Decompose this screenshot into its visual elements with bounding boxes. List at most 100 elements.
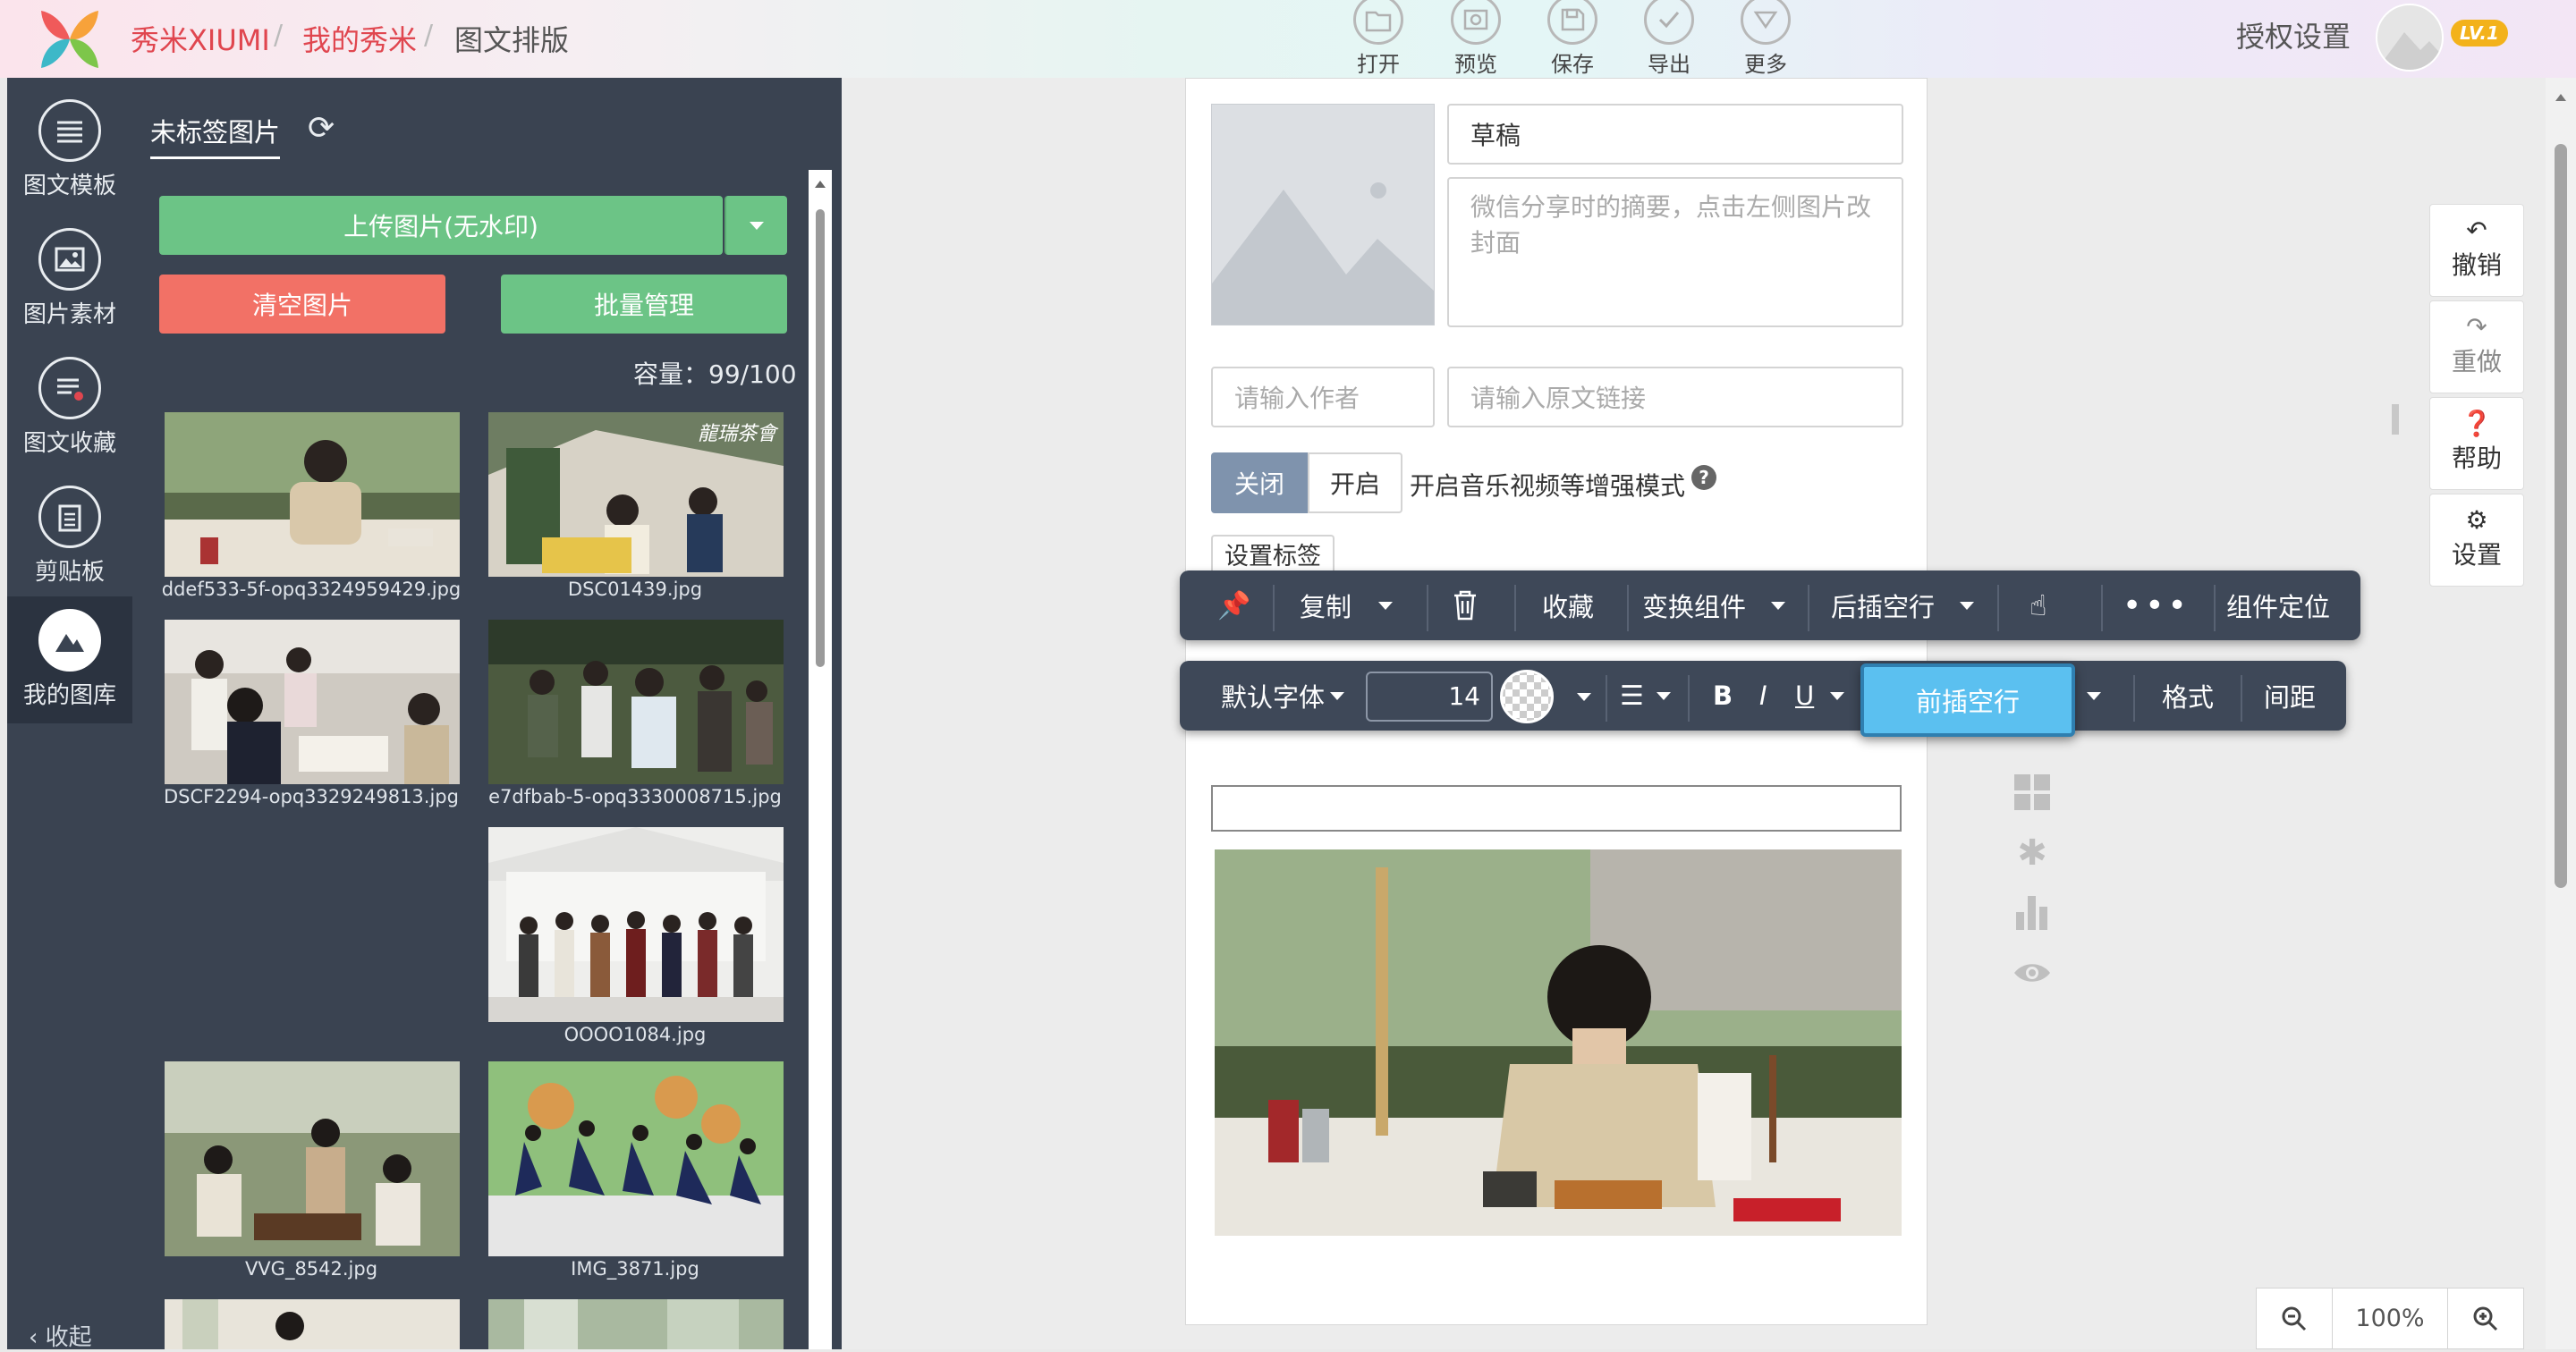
avatar[interactable] [2376, 4, 2444, 72]
image-thumb-1[interactable] [165, 412, 460, 577]
image-thumb-7[interactable] [488, 1061, 784, 1256]
undo-button[interactable]: ↶ 撤销 [2429, 204, 2524, 297]
rail-item-favorites[interactable]: 图文收藏 [7, 344, 132, 471]
toolbar-divider [2214, 585, 2216, 631]
toolbar-divider [1273, 585, 1275, 631]
summary-placeholder: 微信分享时的摘要，点击左侧图片改封面 [1470, 192, 1872, 258]
bar-chart-icon[interactable] [2012, 894, 2052, 934]
open-label: 打开 [1357, 52, 1400, 77]
image-caption-1: ddef533-5f-opq3324959429.jpg [161, 579, 462, 600]
clear-images-button[interactable]: 清空图片 [159, 275, 445, 334]
eye-icon[interactable] [2012, 955, 2052, 994]
align-icon[interactable]: ☰ [1620, 661, 1671, 731]
color-picker[interactable] [1500, 670, 1554, 723]
batch-manage-button[interactable]: 批量管理 [501, 275, 787, 334]
image-thumb-5[interactable] [488, 827, 784, 1022]
settings-button[interactable]: ⚙ 设置 [2429, 494, 2524, 587]
title-input[interactable]: 草稿 [1447, 104, 1903, 165]
cover-image-placeholder[interactable] [1211, 104, 1435, 325]
open-button[interactable]: 打开 [1338, 0, 1419, 78]
collapse-button[interactable]: ‹ 收起 [29, 1319, 92, 1352]
breadcrumb-home[interactable]: 秀米XIUMI [131, 18, 270, 59]
upload-dropdown[interactable] [724, 196, 787, 255]
zoom-level: 100% [2355, 1305, 2425, 1332]
upload-button[interactable]: 上传图片(无水印) [159, 196, 723, 255]
image-caption-7: IMG_3871.jpg [571, 1258, 699, 1280]
breadcrumb-my-xiumi[interactable]: 我的秀米 [302, 18, 417, 59]
xiumi-logo[interactable] [32, 5, 107, 73]
breadcrumb-separator: / [274, 20, 284, 51]
insert-before-button[interactable]: 前插空行 [1860, 663, 2075, 737]
rail-item-clipboard[interactable]: 剪贴板 [7, 473, 132, 600]
underline-button[interactable]: U [1795, 661, 1845, 731]
canvas-drag-handle[interactable] [2392, 404, 2399, 435]
zoom-out-icon[interactable] [2257, 1289, 2334, 1348]
rail-item-templates[interactable]: 图文模板 [7, 87, 132, 214]
grid-icon[interactable] [2012, 774, 2052, 814]
batch-label: 批量管理 [593, 291, 694, 320]
component-toolbar: 📌 复制 收藏 变换组件 后插空行 ☝ ••• 组件定位 [1180, 570, 2360, 640]
source-link-input[interactable]: 请输入原文链接 [1447, 367, 1903, 427]
image-thumb-4[interactable] [488, 620, 784, 784]
auth-settings-link[interactable]: 授权设置 [2236, 14, 2351, 55]
mode-on-toggle[interactable]: 开启 [1308, 452, 1402, 513]
help-button[interactable]: ❓ 帮助 [2429, 397, 2524, 490]
export-label: 导出 [1648, 52, 1690, 77]
preview-label: 预览 [1454, 52, 1497, 77]
redo-button[interactable]: ↷ 重做 [2429, 300, 2524, 393]
scroll-up-arrow[interactable] [2555, 94, 2566, 101]
scroll-thumb[interactable] [816, 209, 825, 667]
copy-button[interactable]: 复制 [1300, 570, 1394, 640]
more-dots-icon[interactable]: ••• [2123, 570, 2190, 640]
tab-untagged-images[interactable]: 未标签图片 [150, 112, 281, 159]
format-button[interactable]: 格式 [2162, 661, 2214, 731]
zoom-in-icon[interactable] [2446, 1289, 2523, 1348]
rail-item-images[interactable]: 图片素材 [7, 215, 132, 342]
mode-off-toggle[interactable]: 关闭 [1211, 452, 1308, 513]
clipboard-icon [38, 486, 101, 548]
image-thumb-6[interactable] [165, 1061, 460, 1256]
pin-icon[interactable]: 📌 [1217, 570, 1250, 640]
more-button[interactable]: 更多 [1725, 0, 1806, 78]
image-thumb-2[interactable]: 龍瑞茶會 [488, 412, 784, 577]
image-thumb-9[interactable] [488, 1299, 784, 1349]
gallery-scrollbar[interactable] [809, 170, 832, 1349]
text-block[interactable] [1211, 785, 1902, 832]
spacing-button[interactable]: 间距 [2264, 661, 2316, 731]
rail-item-gallery[interactable]: 我的图库 [7, 596, 132, 723]
save-button[interactable]: 保存 [1532, 0, 1613, 78]
bold-button[interactable]: B [1713, 661, 1733, 731]
transform-component-button[interactable]: 变换组件 [1642, 570, 1786, 640]
main-scrollbar[interactable] [2546, 78, 2576, 1349]
italic-button[interactable]: I [1759, 661, 1767, 731]
scroll-up-arrow[interactable] [815, 181, 826, 188]
asterisk-icon[interactable]: ✱ [2012, 833, 2052, 873]
chevron-down-icon[interactable] [1577, 693, 1591, 701]
locate-component-button[interactable]: 组件定位 [2226, 570, 2330, 640]
image-caption-6: VVG_8542.jpg [244, 1258, 378, 1280]
scroll-thumb[interactable] [2555, 144, 2567, 888]
image-caption-2: DSC01439.jpg [567, 579, 703, 600]
locate-label: 组件定位 [2226, 592, 2331, 622]
help-icon[interactable]: ? [1691, 465, 1716, 490]
insert-after-button[interactable]: 后插空行 [1831, 570, 1975, 640]
author-input[interactable]: 请输入作者 [1211, 367, 1435, 427]
font-family-select[interactable]: 默认字体 [1221, 661, 1345, 731]
content-image[interactable] [1215, 849, 1902, 1236]
bold-label: B [1713, 680, 1733, 711]
export-button[interactable]: 导出 [1629, 0, 1709, 78]
image-thumb-8[interactable] [165, 1299, 460, 1349]
save-label: 保存 [1551, 52, 1594, 77]
image-thumb-3[interactable] [165, 620, 460, 784]
favorite-button[interactable]: 收藏 [1542, 570, 1594, 640]
redo-label: 重做 [2451, 347, 2502, 376]
delete-icon[interactable] [1452, 570, 1479, 640]
refresh-icon[interactable]: ⟳ [308, 110, 335, 147]
insert-after-label: 后插空行 [1831, 592, 1936, 622]
help-label: 帮助 [2451, 444, 2502, 473]
pointer-select-icon[interactable]: ☝ [2029, 570, 2046, 640]
font-size-input[interactable]: 14 [1366, 672, 1493, 722]
preview-button[interactable]: 预览 [1436, 0, 1516, 78]
breadcrumb-current: 图文排版 [454, 23, 570, 57]
summary-textarea[interactable]: 微信分享时的摘要，点击左侧图片改封面 [1447, 177, 1903, 327]
